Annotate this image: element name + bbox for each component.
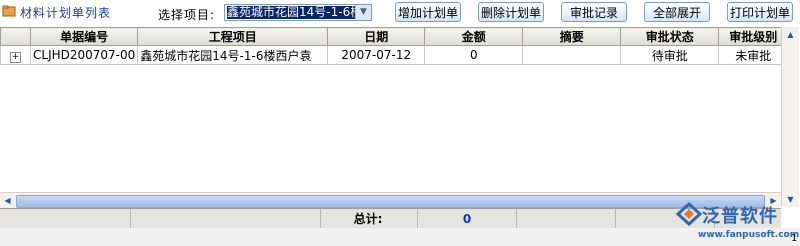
fanpu-logo-icon	[676, 202, 702, 226]
project-select[interactable]: 鑫苑城市花园14号-1-6楼 ▼	[224, 4, 372, 21]
scrollbar-thumb[interactable]	[16, 195, 765, 208]
scroll-left-arrow-icon[interactable]: ◀	[0, 193, 15, 208]
project-cell[interactable]: 鑫苑城市花园14号-1-6楼西户袁	[137, 45, 329, 65]
footer-cell	[517, 209, 616, 228]
total-label: 总计:	[353, 212, 383, 226]
delete-plan-button[interactable]: 删除计划单	[478, 2, 544, 22]
table-row[interactable]: + CLJHD200707-00 鑫苑城市花园14号-1-6楼西户袁 2007-…	[0, 45, 789, 65]
column-header[interactable]: 单据编号	[29, 27, 139, 46]
add-plan-button[interactable]: 增加计划单	[395, 2, 461, 22]
column-header[interactable]: 审批级别	[718, 27, 789, 46]
amount-cell[interactable]: 0	[424, 45, 524, 65]
horizontal-scrollbar[interactable]: ◀ ▶	[0, 192, 781, 208]
brand-watermark: 泛普软件 www.fanpusoft.com	[672, 196, 800, 244]
brand-url: www.fanpusoft.com	[698, 230, 800, 240]
brand-name: 泛普软件	[702, 206, 778, 227]
approval-record-button[interactable]: 审批记录	[561, 2, 627, 22]
project-select-value: 鑫苑城市花园14号-1-6楼	[227, 6, 355, 19]
column-header[interactable]: 日期	[327, 27, 426, 46]
summary-cell[interactable]	[522, 45, 622, 65]
date-cell[interactable]: 2007-07-12	[327, 45, 426, 65]
print-plan-button[interactable]: 打印计划单	[727, 2, 793, 22]
scroll-up-arrow-icon[interactable]: ▲	[782, 27, 799, 42]
table-header-row: 单据编号 工程项目 日期 金额 摘要 审批状态 审批级别	[0, 27, 789, 46]
expander-header	[0, 27, 31, 46]
chevron-down-icon[interactable]: ▼	[355, 5, 371, 20]
expander-cell[interactable]: +	[0, 45, 31, 65]
folder-icon	[2, 5, 16, 17]
total-value: 0	[462, 212, 472, 226]
plan-table: 单据编号 工程项目 日期 金额 摘要 审批状态 审批级别 + CLJHD2007…	[0, 27, 789, 65]
footer-cell	[131, 209, 321, 228]
expand-icon[interactable]: +	[10, 51, 21, 63]
column-header[interactable]: 工程项目	[137, 27, 329, 46]
vertical-scrollbar[interactable]: ▲ ▼	[781, 27, 799, 207]
top-toolbar: 材料计划单列表 选择项目: 鑫苑城市花园14号-1-6楼 ▼ 增加计划单 删除计…	[0, 0, 800, 27]
page-title: 材料计划单列表	[20, 6, 112, 20]
status-cell[interactable]: 待审批	[620, 45, 720, 65]
code-cell[interactable]: CLJHD200707-00	[29, 45, 139, 65]
column-header[interactable]: 摘要	[522, 27, 622, 46]
expand-all-button[interactable]: 全部展开	[644, 2, 710, 22]
footer-cell	[0, 209, 131, 228]
column-header[interactable]: 金额	[424, 27, 524, 46]
column-header[interactable]: 审批状态	[620, 27, 720, 46]
select-project-label: 选择项目:	[158, 8, 216, 22]
level-cell[interactable]: 未审批	[718, 45, 789, 65]
page-indicator: 1	[791, 233, 798, 244]
